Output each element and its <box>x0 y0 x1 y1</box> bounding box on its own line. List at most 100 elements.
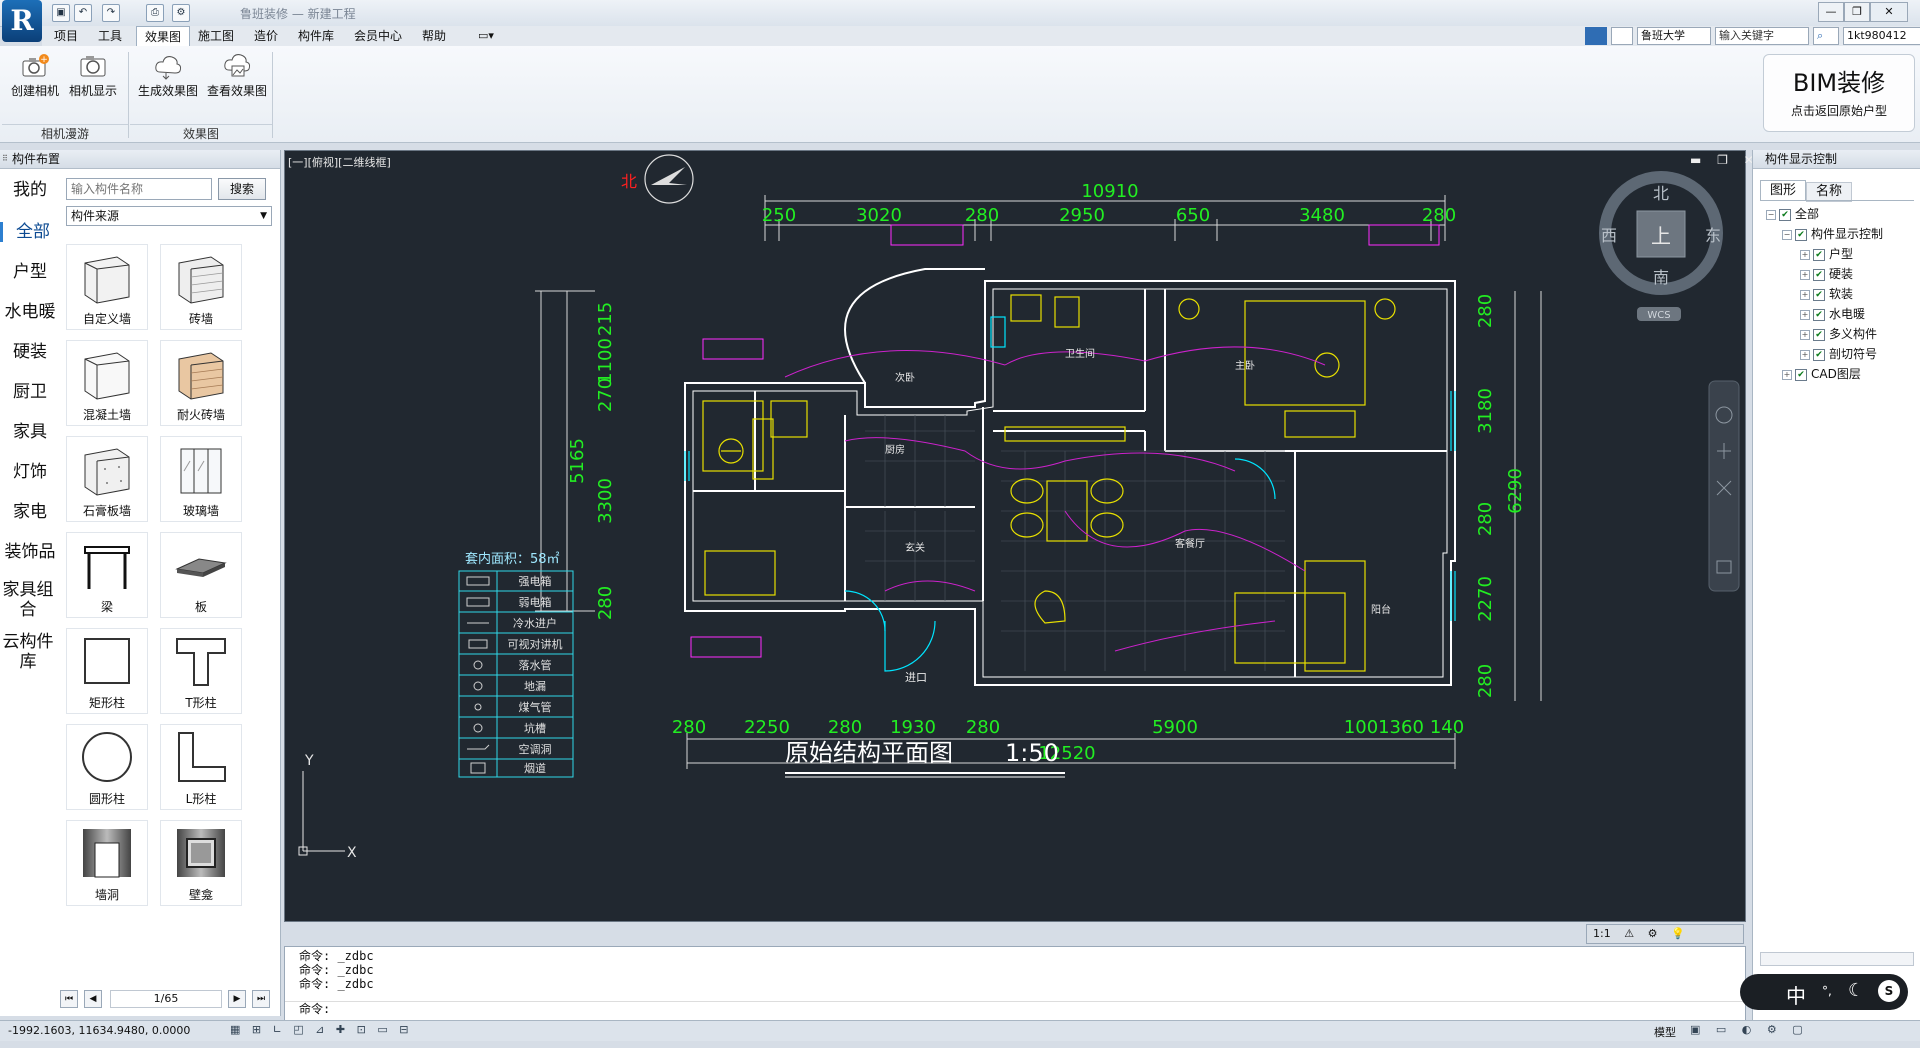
tree-node-section[interactable]: + ✔ 剖切符号 <box>1800 344 1877 364</box>
tile-slab[interactable]: 板 <box>160 532 242 618</box>
first-page-button[interactable]: ⏮ <box>60 990 78 1008</box>
toggle-icon[interactable]: ▭▾ <box>478 29 494 42</box>
category-hardscape[interactable]: 硬装 <box>0 342 60 362</box>
category-lighting[interactable]: 灯饰 <box>0 462 60 482</box>
lightbulb-icon[interactable]: 💡 <box>1671 927 1685 940</box>
tile-niche[interactable]: 壁龛 <box>160 820 242 906</box>
tree-node-mep[interactable]: + ✔ 水电暖 <box>1800 304 1865 324</box>
menu-cost[interactable]: 造价 <box>246 26 286 46</box>
collapse-icon[interactable]: − <box>1766 209 1776 220</box>
annotation-visibility-icon[interactable]: ⚠ <box>1624 927 1634 940</box>
annotation-scale[interactable]: 1:1 <box>1593 927 1611 940</box>
category-mine[interactable]: 我的 <box>0 180 60 200</box>
tree-node-cad-layer[interactable]: + ✔ CAD图层 <box>1782 364 1861 384</box>
tile-brick-wall[interactable]: 砖墙 <box>160 244 242 330</box>
tree-node-all[interactable]: − ✔ 全部 <box>1766 204 1819 224</box>
component-search-button[interactable]: 搜索 <box>218 178 266 200</box>
command-window[interactable]: 命令: _zdbc 命令: _zdbc 命令: _zdbc 命令: <box>284 946 1746 1022</box>
drawing-canvas[interactable]: 北 10910 250 3020 280 2950 650 3480 280 2… <box>284 150 1746 922</box>
category-furniture[interactable]: 家具 <box>0 422 60 442</box>
app-logo[interactable]: R <box>2 0 42 42</box>
tile-beam[interactable]: 梁 <box>66 532 148 618</box>
category-cloud-library[interactable]: 云构件库 <box>0 632 56 672</box>
compass-north[interactable]: 北 <box>1653 184 1669 203</box>
compass-east[interactable]: 东 <box>1705 226 1721 245</box>
expand-icon[interactable]: + <box>1800 329 1810 340</box>
menu-project[interactable]: 项目 <box>46 26 86 46</box>
collapse-icon[interactable]: − <box>1782 229 1792 240</box>
compass-west[interactable]: 西 <box>1601 226 1617 245</box>
menu-render[interactable]: 效果图 <box>136 26 191 47</box>
category-appliance[interactable]: 家电 <box>0 502 60 522</box>
category-mep[interactable]: 水电暖 <box>0 302 60 322</box>
generate-render-button[interactable]: 生成效果图 <box>134 52 202 112</box>
minimize-button[interactable]: — <box>1818 2 1844 22</box>
checkbox-checked-icon[interactable]: ✔ <box>1813 268 1825 281</box>
source-select[interactable]: 构件来源 ▼ <box>66 206 272 226</box>
undo-icon[interactable]: ↶ <box>74 4 92 22</box>
tile-custom-wall[interactable]: 自定义墙 <box>66 244 148 330</box>
create-camera-button[interactable]: + 创建相机 <box>6 52 64 112</box>
checkbox-checked-icon[interactable]: ✔ <box>1795 228 1807 241</box>
category-kitchen-bath[interactable]: 厨卫 <box>0 382 60 402</box>
tile-l-column[interactable]: L形柱 <box>160 724 242 810</box>
tile-t-column[interactable]: T形柱 <box>160 628 242 714</box>
tab-names[interactable]: 名称 <box>1806 182 1852 202</box>
checkbox-checked-icon[interactable]: ✔ <box>1813 328 1825 341</box>
keyword-input[interactable]: 输入关键字 <box>1715 27 1809 45</box>
ime-language[interactable]: 中 <box>1786 980 1806 1009</box>
last-page-button[interactable]: ⏭ <box>252 990 270 1008</box>
expand-icon[interactable]: + <box>1782 369 1792 380</box>
list-view-icon[interactable] <box>1611 27 1633 45</box>
menu-tools[interactable]: 工具 <box>90 26 130 46</box>
wcs-label[interactable]: WCS <box>1647 310 1670 321</box>
category-decor[interactable]: 装饰品 <box>0 542 60 562</box>
viewcube-center[interactable]: 上 <box>1651 224 1671 248</box>
navigation-bar[interactable] <box>1708 380 1740 592</box>
checkbox-checked-icon[interactable]: ✔ <box>1779 208 1791 221</box>
next-page-button[interactable]: ▶ <box>228 990 246 1008</box>
university-select[interactable]: 鲁班大学 <box>1637 27 1711 45</box>
tree-node-hardscape[interactable]: + ✔ 硬装 <box>1800 264 1853 284</box>
model-tab[interactable]: 模型 <box>1654 1024 1676 1040</box>
checkbox-checked-icon[interactable]: ✔ <box>1813 288 1825 301</box>
ime-bar[interactable]: 中 °, ☾ S <box>1740 974 1908 1010</box>
tree-node-display-control[interactable]: − ✔ 构件显示控制 <box>1782 224 1883 244</box>
view-render-button[interactable]: 查看效果图 <box>204 52 270 112</box>
menu-help[interactable]: 帮助 <box>414 26 454 46</box>
tile-glass-wall[interactable]: 玻璃墙 <box>160 436 242 522</box>
checkbox-checked-icon[interactable]: ✔ <box>1813 348 1825 361</box>
tile-wall-hole[interactable]: 墙洞 <box>66 820 148 906</box>
print-icon[interactable]: ⎙ <box>146 4 164 22</box>
tile-firebrick-wall[interactable]: 耐火砖墙 <box>160 340 242 426</box>
sogou-icon[interactable]: S <box>1878 980 1900 1002</box>
checkbox-checked-icon[interactable]: ✔ <box>1813 248 1825 261</box>
search-icon[interactable]: ⌕ <box>1813 27 1839 45</box>
maximize-button[interactable]: ❐ <box>1844 2 1870 22</box>
prev-page-button[interactable]: ◀ <box>84 990 102 1008</box>
compass-south[interactable]: 南 <box>1653 268 1669 287</box>
menu-library[interactable]: 构件库 <box>290 26 342 46</box>
grid-view-icon[interactable] <box>1585 27 1607 45</box>
camera-display-button[interactable]: 相机显示 <box>64 52 122 112</box>
expand-icon[interactable]: + <box>1800 289 1810 300</box>
tree-node-multi[interactable]: + ✔ 多义构件 <box>1800 324 1877 344</box>
category-all[interactable]: 全部 <box>0 222 63 242</box>
command-prompt[interactable]: 命令: <box>285 1001 1745 1016</box>
tree-node-layout[interactable]: + ✔ 户型 <box>1800 244 1853 264</box>
drafting-toggle-icons[interactable]: ▦ ⊞ ∟ ◰ ⊿ ✚ ⊡ ▭ ⊟ <box>230 1023 412 1036</box>
tab-graphics[interactable]: 图形 <box>1760 180 1806 201</box>
menu-construction[interactable]: 施工图 <box>190 26 242 46</box>
tree-node-softscape[interactable]: + ✔ 软装 <box>1800 284 1853 304</box>
expand-icon[interactable]: + <box>1800 249 1810 260</box>
tile-concrete-wall[interactable]: 混凝土墙 <box>66 340 148 426</box>
workspace-icon[interactable]: ⚙ <box>1648 927 1658 940</box>
expand-icon[interactable]: + <box>1800 309 1810 320</box>
expand-icon[interactable]: + <box>1800 349 1810 360</box>
save-icon[interactable]: ▣ <box>52 4 70 22</box>
close-button[interactable]: ✕ <box>1870 2 1908 22</box>
tile-rect-column[interactable]: 矩形柱 <box>66 628 148 714</box>
viewport-window-controls[interactable]: ▬ ❐ ✕ <box>1690 153 1760 167</box>
category-furniture-set[interactable]: 家具组合 <box>0 580 56 620</box>
ime-punct-icon[interactable]: °, <box>1822 984 1832 998</box>
